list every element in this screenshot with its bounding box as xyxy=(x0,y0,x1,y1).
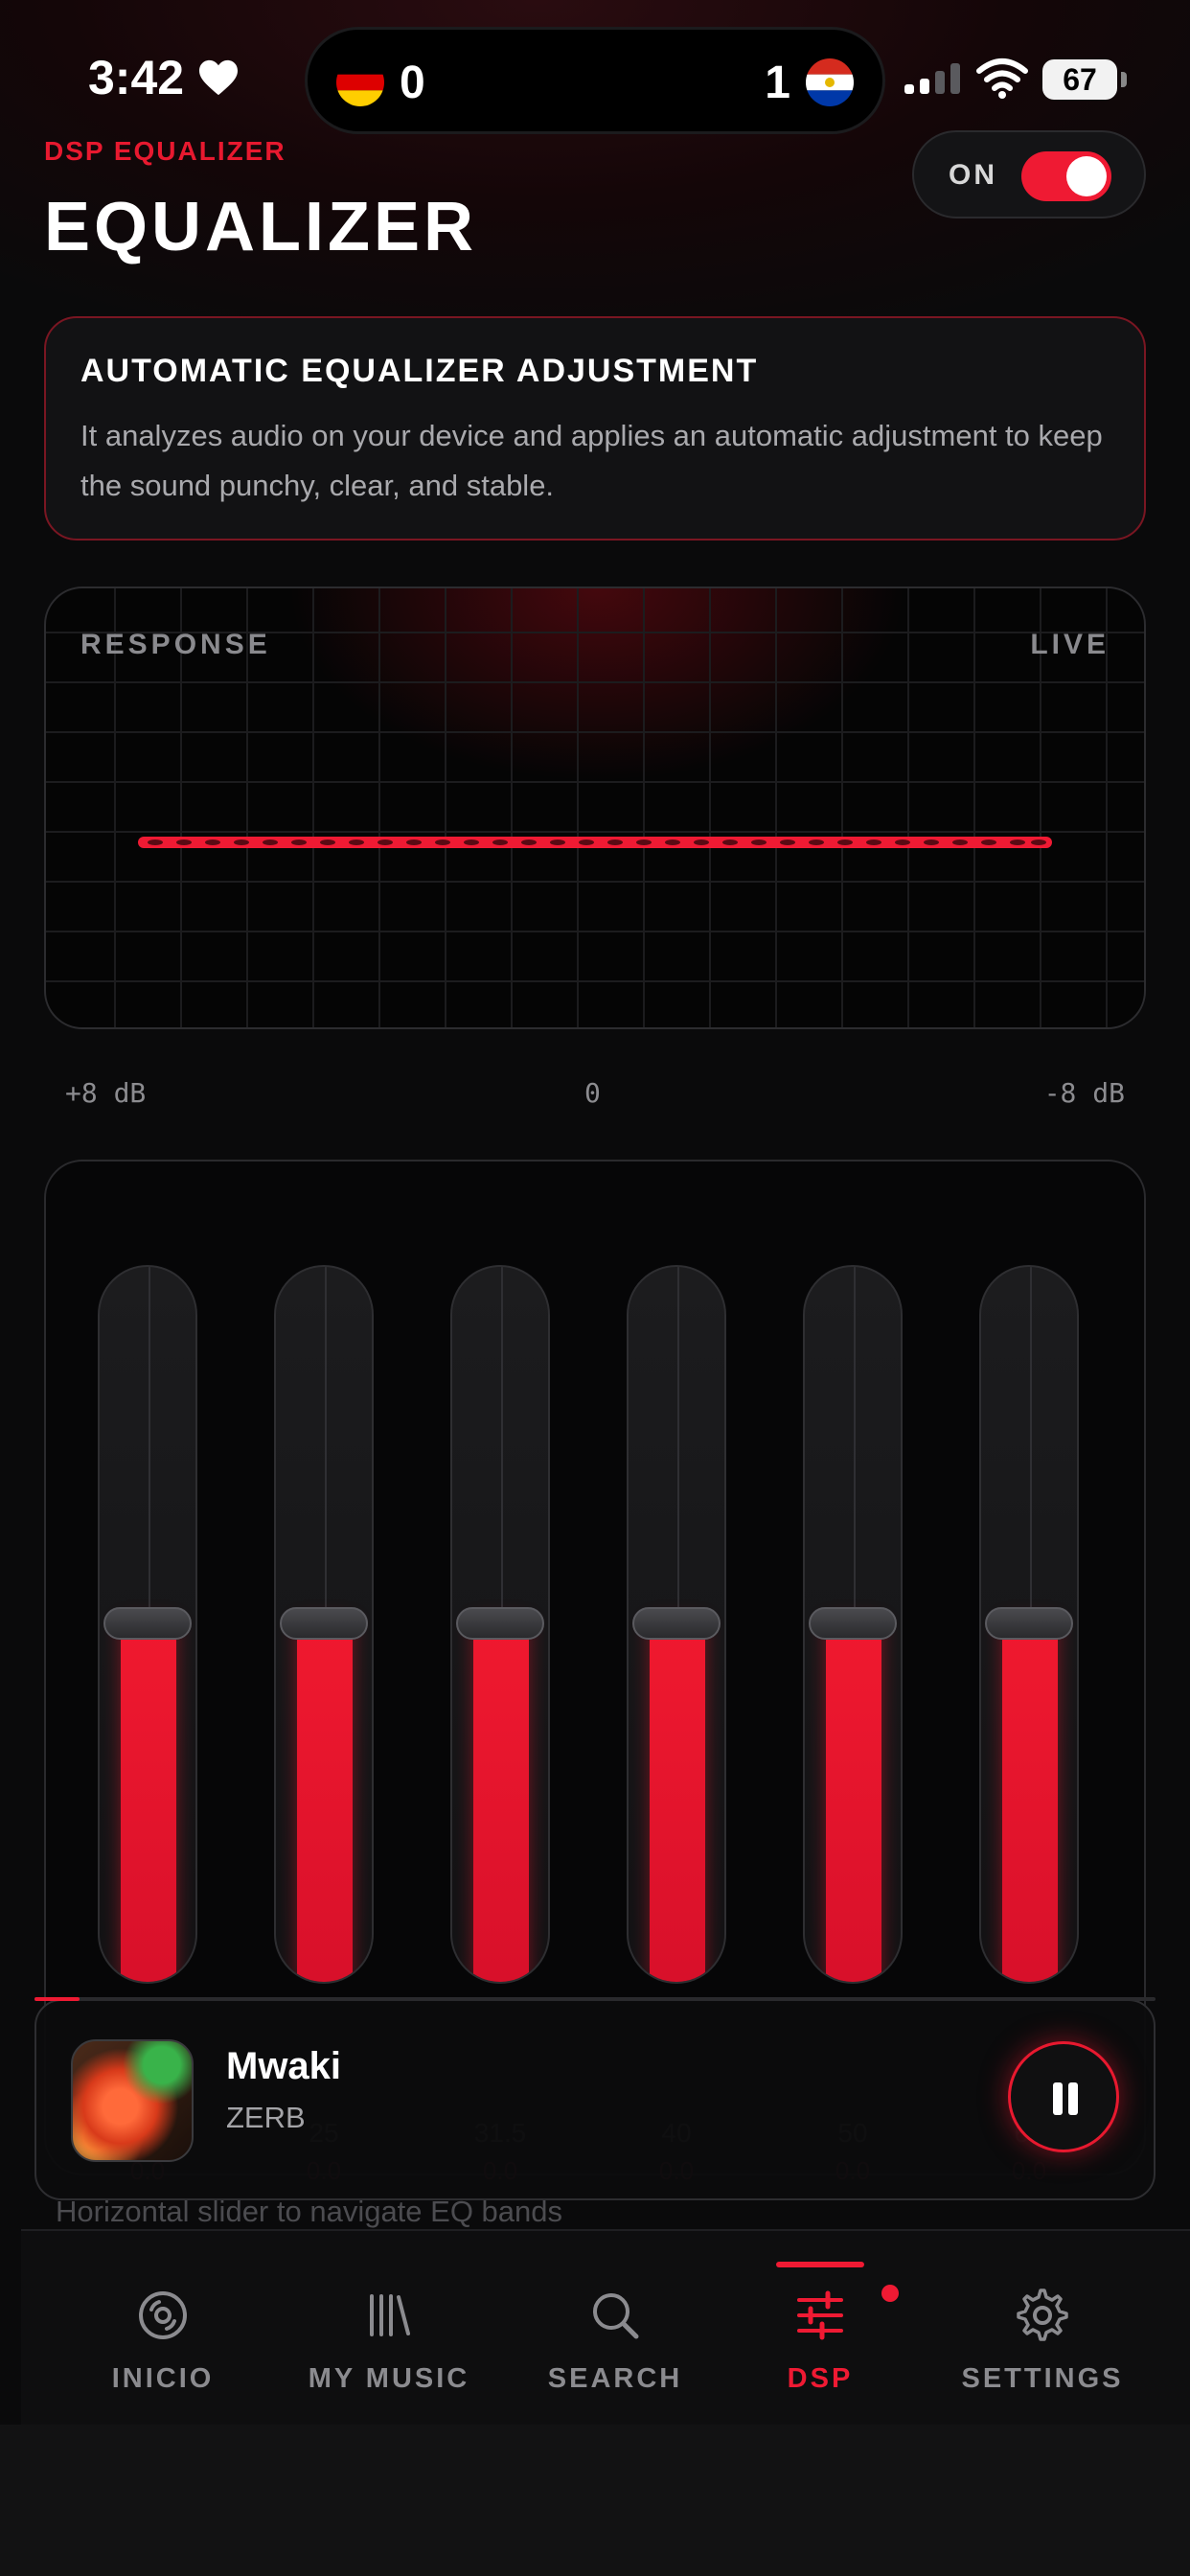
slider-fill xyxy=(650,1621,705,1982)
pause-icon-bar-left xyxy=(1053,2082,1063,2115)
auto-eq-title: AUTOMATIC EQUALIZER ADJUSTMENT xyxy=(80,353,759,389)
nav-label-inicio: INICIO xyxy=(111,2363,215,2394)
clock-time: 3:42 xyxy=(88,51,185,104)
db-scale: +8 dB 0 -8 dB xyxy=(65,1077,1125,1116)
germany-flag-icon xyxy=(336,58,384,106)
eq-band-slider[interactable]: 630.0 xyxy=(979,1265,1079,2185)
live-activity-island[interactable]: 0 1 xyxy=(305,27,885,134)
toggle-switch[interactable] xyxy=(1021,151,1111,201)
away-score: 1 xyxy=(765,58,790,108)
slider-fill xyxy=(1002,1621,1058,1982)
paraguay-flag-icon xyxy=(806,58,854,106)
scale-min: -8 dB xyxy=(1043,1077,1125,1109)
song-title: Mwaki xyxy=(226,2045,342,2087)
slider-fill xyxy=(473,1621,529,1982)
nav-item-inicio[interactable]: INICIO xyxy=(57,2288,268,2395)
slider-thumb[interactable] xyxy=(456,1607,544,1640)
home-indicator-area xyxy=(0,2425,1190,2576)
eq-band-slider[interactable]: 250.0 xyxy=(274,1265,374,2185)
disc-icon xyxy=(139,2291,187,2339)
toggle-label: ON xyxy=(949,159,997,191)
sliders-icon xyxy=(797,2290,843,2340)
slider-thumb[interactable] xyxy=(632,1607,721,1640)
playback-progress-fill xyxy=(34,1997,80,2001)
auto-eq-description: It analyzes audio on your device and app… xyxy=(80,419,1103,502)
slider-fill xyxy=(826,1621,881,1982)
nav-label-settings: SETTINGS xyxy=(961,2363,1124,2394)
status-bar: 3:42 0 1 67 xyxy=(0,0,1190,144)
scale-mid: 0 xyxy=(584,1077,601,1109)
scale-max: +8 dB xyxy=(65,1077,147,1109)
slider-fill xyxy=(121,1621,176,1982)
nav-label-my-music: MY MUSIC xyxy=(308,2363,470,2394)
slider-fill xyxy=(297,1621,353,1982)
bottom-nav: INICIO MY MUSIC SEARCH DSP SETTINGS xyxy=(21,2229,1190,2425)
slider-thumb[interactable] xyxy=(103,1607,192,1640)
wifi-icon xyxy=(976,58,1028,99)
auto-eq-card[interactable]: AUTOMATIC EQUALIZER ADJUSTMENT It analyz… xyxy=(44,316,1146,540)
cellular-signal-icon xyxy=(904,63,960,94)
pause-button[interactable] xyxy=(1008,2041,1119,2152)
live-label: LIVE xyxy=(1030,629,1110,660)
nav-item-dsp[interactable]: DSP xyxy=(715,2288,926,2395)
song-artist: ZERB xyxy=(226,2101,306,2134)
section-eyebrow: DSP EQUALIZER xyxy=(44,136,286,166)
playback-progress[interactable] xyxy=(34,1997,1156,2001)
heart-icon xyxy=(199,59,239,96)
eq-power-toggle[interactable]: ON xyxy=(912,130,1146,218)
search-icon xyxy=(593,2293,639,2339)
mini-player[interactable]: Mwaki ZERB xyxy=(34,1999,1156,2200)
battery-indicator: 67 xyxy=(1042,59,1127,100)
slider-hint: Horizontal slider to navigate EQ bands xyxy=(56,2195,563,2228)
response-label: RESPONSE xyxy=(80,629,271,660)
eq-band-slider[interactable]: 500.0 xyxy=(803,1265,903,2185)
nav-label-dsp: DSP xyxy=(787,2363,854,2394)
equalizer-screen: 3:42 0 1 67 DSP EQUALIZER EQUALIZER ON A… xyxy=(0,0,1190,2576)
response-graph: RESPONSE LIVE xyxy=(44,586,1146,1029)
slider-thumb[interactable] xyxy=(809,1607,897,1640)
pause-icon-bar-right xyxy=(1068,2082,1078,2115)
nav-item-my-music[interactable]: MY MUSIC xyxy=(284,2288,494,2395)
battery-level: 67 xyxy=(1063,61,1097,97)
eq-band-slider[interactable]: 400.0 xyxy=(627,1265,726,2185)
album-art[interactable] xyxy=(71,2039,194,2162)
page-title: EQUALIZER xyxy=(44,189,478,265)
library-icon xyxy=(370,2294,410,2336)
eq-band-slider[interactable]: 200.0 xyxy=(98,1265,197,2185)
nav-item-search[interactable]: SEARCH xyxy=(510,2288,721,2395)
nav-label-search: SEARCH xyxy=(547,2363,683,2394)
response-curve xyxy=(138,837,1052,848)
clock: 3:42 xyxy=(88,50,240,105)
slider-thumb[interactable] xyxy=(280,1607,368,1640)
gear-icon xyxy=(1017,2288,1068,2341)
active-tab-indicator xyxy=(776,2262,864,2267)
nav-item-settings[interactable]: SETTINGS xyxy=(937,2288,1148,2395)
slider-thumb[interactable] xyxy=(985,1607,1073,1640)
eq-band-slider[interactable]: 31.50.0 xyxy=(450,1265,550,2185)
toggle-knob xyxy=(1066,156,1107,196)
home-score: 0 xyxy=(400,58,425,108)
